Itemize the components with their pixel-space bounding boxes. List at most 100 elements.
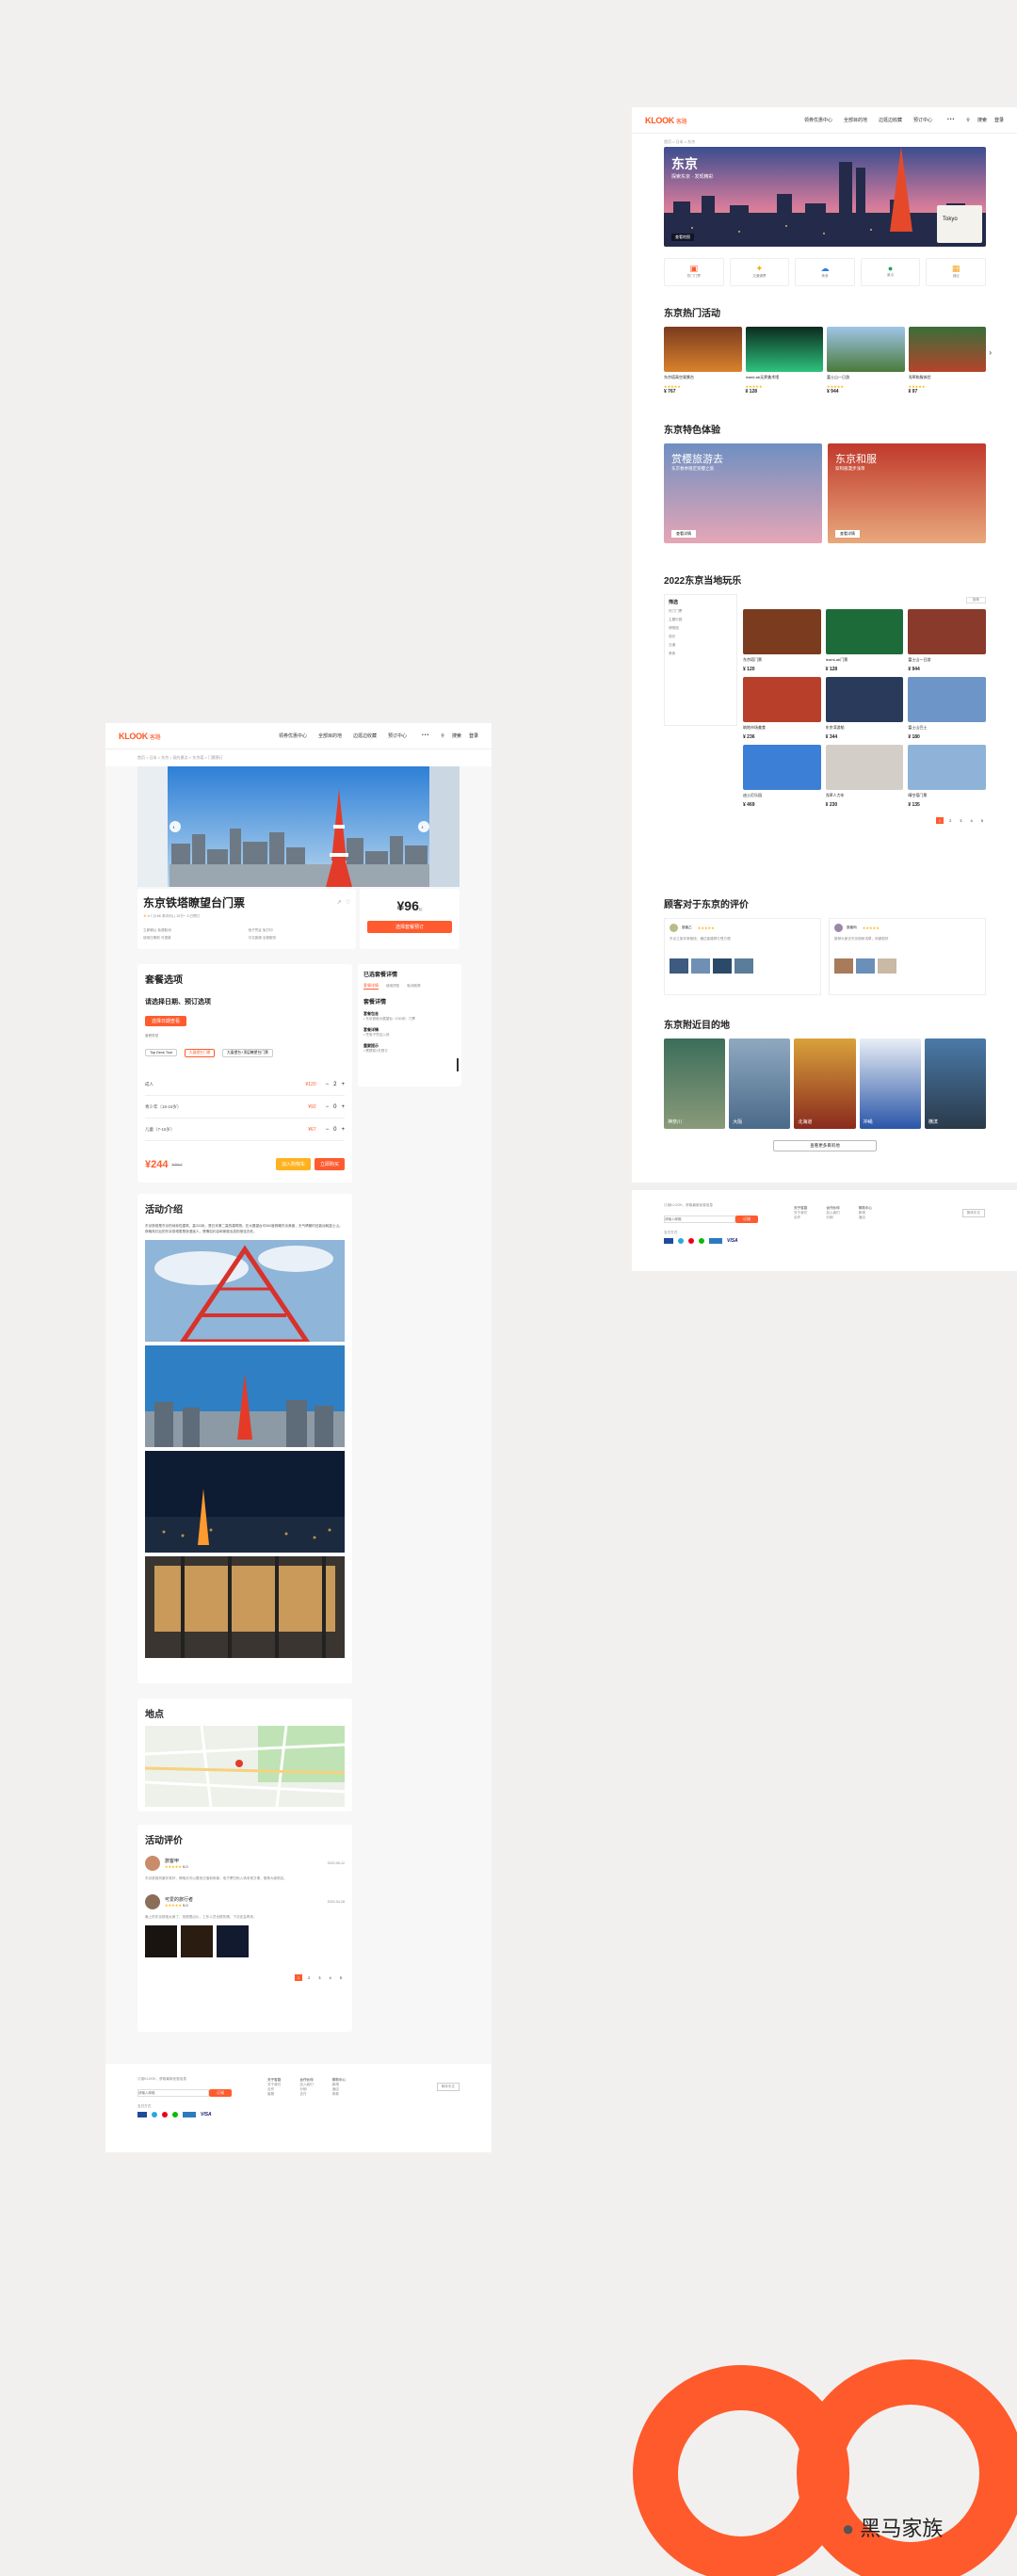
activity-card[interactable]: 东京塔门票 ¥ 120 bbox=[743, 609, 821, 672]
footer-link[interactable]: 关于我们 bbox=[267, 2083, 281, 2087]
category-tickets[interactable]: ▣ 热门门票 bbox=[664, 258, 724, 286]
page-button[interactable]: 1 bbox=[294, 1974, 303, 1981]
activity-card[interactable]: 东京塔高空观景台 ★★★★★ ¥ 767 bbox=[664, 327, 742, 394]
destination-card[interactable]: 北海道 bbox=[794, 1038, 856, 1129]
tab-usage-notes[interactable]: 使用须知 bbox=[386, 984, 399, 989]
page-button[interactable]: 5 bbox=[978, 817, 986, 824]
destination-card[interactable]: 神奈川 bbox=[664, 1038, 726, 1129]
klook-logo[interactable]: KLOOK 客路 bbox=[645, 116, 687, 125]
next-arrow-icon[interactable]: › bbox=[989, 348, 992, 357]
nav-item[interactable]: 预订中心 bbox=[913, 117, 932, 123]
nav-item[interactable]: 边逛边收藏 bbox=[879, 117, 902, 123]
nav-item[interactable]: 领券优惠中心 bbox=[804, 117, 832, 123]
plus-icon[interactable]: + bbox=[341, 1127, 345, 1133]
category-food[interactable]: ☁ 美食 bbox=[795, 258, 855, 286]
share-icon[interactable]: ↗ bbox=[337, 899, 342, 906]
map-view[interactable] bbox=[145, 1726, 345, 1807]
activity-card[interactable]: 富士山一日游 ★★★★★ ¥ 944 bbox=[827, 327, 905, 394]
review-card[interactable]: 旅客丙 ★★★★★ 推荐大家去东京塔和浅草，风景很好 bbox=[829, 918, 986, 995]
option-tag-selected[interactable]: 大展望台门票 bbox=[184, 1049, 216, 1057]
more-destinations-button[interactable]: 查看更多目的地 bbox=[773, 1140, 877, 1151]
minus-icon[interactable]: − bbox=[326, 1104, 330, 1110]
subscribe-button[interactable]: 订阅 bbox=[735, 1216, 758, 1223]
tab-package-details[interactable]: 套餐详情 bbox=[363, 983, 379, 990]
filter-item[interactable]: 博物馆 bbox=[669, 626, 733, 631]
language-select[interactable]: 简体中文 bbox=[436, 2083, 460, 2091]
minus-icon[interactable]: − bbox=[326, 1082, 330, 1087]
filter-item[interactable]: 交通 bbox=[669, 643, 733, 648]
option-tag[interactable]: Top Deck Tour bbox=[145, 1049, 178, 1056]
page-button[interactable]: 3 bbox=[315, 1974, 323, 1981]
activity-card[interactable]: teamLab门票 ¥ 128 bbox=[825, 609, 904, 672]
search-icon[interactable]: ⚲ bbox=[441, 733, 444, 739]
nav-item[interactable]: 全部目的地 bbox=[844, 117, 867, 123]
prev-arrow-icon[interactable] bbox=[170, 821, 181, 832]
footer-link[interactable]: 客服 bbox=[267, 2092, 281, 2097]
filter-item[interactable]: 热门门票 bbox=[669, 609, 733, 614]
activity-card[interactable]: 富士山一日游 ¥ 944 bbox=[908, 609, 986, 672]
minus-icon[interactable]: − bbox=[326, 1127, 330, 1133]
filter-item[interactable]: 主题乐园 bbox=[669, 618, 733, 622]
footer-link[interactable]: 分销 bbox=[826, 1216, 839, 1220]
footer-link[interactable]: 酒店 bbox=[859, 1216, 872, 1220]
search-link[interactable]: 搜索 bbox=[977, 117, 987, 123]
favorite-icon[interactable]: ♡ bbox=[346, 899, 350, 906]
hero-chip[interactable]: 查看地图 bbox=[671, 233, 694, 241]
footer-link[interactable]: 条款 bbox=[332, 2092, 346, 2097]
experience-card[interactable]: 东京和服 穿和服漫步浅草 查看详情 bbox=[828, 443, 986, 543]
page-button[interactable]: 2 bbox=[305, 1974, 313, 1981]
category-transport[interactable]: ✦ 交通通票 bbox=[729, 258, 790, 286]
email-input[interactable] bbox=[664, 1216, 735, 1223]
footer-link[interactable]: 支付 bbox=[299, 2092, 313, 2097]
more-icon[interactable]: ••• bbox=[422, 733, 429, 739]
scrollbar[interactable] bbox=[457, 1058, 459, 1071]
add-to-cart-button[interactable]: 加入购物车 bbox=[275, 1158, 311, 1170]
mini-map[interactable]: Tokyo bbox=[937, 205, 982, 243]
activity-card[interactable]: 东京湾游船 ¥ 344 bbox=[825, 677, 904, 740]
destination-card[interactable]: 大阪 bbox=[729, 1038, 791, 1129]
next-arrow-icon[interactable] bbox=[418, 821, 429, 832]
category-sights[interactable]: ● 景点 bbox=[860, 258, 921, 286]
experience-card[interactable]: 赏樱旅游去 东京春季限定赏樱之旅 查看详情 bbox=[664, 443, 822, 543]
activity-card[interactable]: 晴空塔门票 ¥ 135 bbox=[908, 745, 986, 808]
nav-item[interactable]: 全部目的地 bbox=[318, 733, 342, 739]
activity-card[interactable]: teamLab无界美术馆 ★★★★★ ¥ 128 bbox=[745, 327, 823, 394]
klook-logo[interactable]: KLOOK 客路 bbox=[119, 732, 161, 741]
plus-icon[interactable]: + bbox=[341, 1082, 345, 1087]
signup-link[interactable]: 登录 bbox=[469, 733, 478, 739]
page-button[interactable]: 5 bbox=[337, 1974, 345, 1981]
experience-button[interactable]: 查看详情 bbox=[835, 530, 860, 538]
activity-card[interactable]: 浅草和服体验 ★★★★★ ¥ 97 bbox=[908, 327, 986, 394]
language-select[interactable]: 简体中文 bbox=[961, 1209, 985, 1217]
sort-select[interactable]: 推荐 bbox=[965, 596, 986, 604]
nav-item[interactable]: 领券优惠中心 bbox=[279, 733, 307, 739]
option-tag[interactable]: 大展望台+顶层瞭望台门票 bbox=[221, 1049, 273, 1057]
page-button[interactable]: 4 bbox=[968, 817, 976, 824]
filter-item[interactable]: 美食 bbox=[669, 652, 733, 656]
search-icon[interactable]: ⚲ bbox=[966, 118, 970, 123]
nav-item[interactable]: 边逛边收藏 bbox=[353, 733, 377, 739]
review-photo[interactable] bbox=[145, 1925, 177, 1957]
page-button[interactable]: 2 bbox=[946, 817, 954, 824]
activity-card[interactable]: 迪士尼乐园 ¥ 469 bbox=[743, 745, 821, 808]
destination-card[interactable]: 冲绳 bbox=[859, 1038, 921, 1129]
footer-link[interactable]: 加入我们 bbox=[299, 2083, 313, 2087]
activity-card[interactable]: 富士山巴士 ¥ 180 bbox=[908, 677, 986, 740]
category-hotel[interactable]: ▦ 酒店 bbox=[926, 258, 986, 286]
choose-date-button[interactable]: 选择日期查看 bbox=[145, 1016, 186, 1026]
email-input[interactable] bbox=[137, 2089, 209, 2097]
activity-card[interactable]: 筑地市场美食 ¥ 236 bbox=[743, 677, 821, 740]
tab-cancel-policy[interactable]: 取消政策 bbox=[407, 984, 420, 989]
footer-link[interactable]: 合作 bbox=[794, 1216, 807, 1220]
experience-button[interactable]: 查看详情 bbox=[671, 530, 696, 538]
page-button[interactable]: 3 bbox=[957, 817, 964, 824]
activity-card[interactable]: 浅草人力车 ¥ 230 bbox=[825, 745, 904, 808]
review-photo[interactable] bbox=[217, 1925, 249, 1957]
filter-item[interactable]: 观光 bbox=[669, 635, 733, 639]
plus-icon[interactable]: + bbox=[341, 1104, 345, 1110]
review-card[interactable]: 旅客乙 ★★★★★ 东京之旅非常愉快，通过客路预订很方便 bbox=[664, 918, 821, 995]
more-icon[interactable]: ••• bbox=[947, 117, 955, 123]
nav-item[interactable]: 预订中心 bbox=[388, 733, 407, 739]
signup-link[interactable]: 登录 bbox=[994, 117, 1004, 123]
search-link[interactable]: 搜索 bbox=[452, 733, 461, 739]
